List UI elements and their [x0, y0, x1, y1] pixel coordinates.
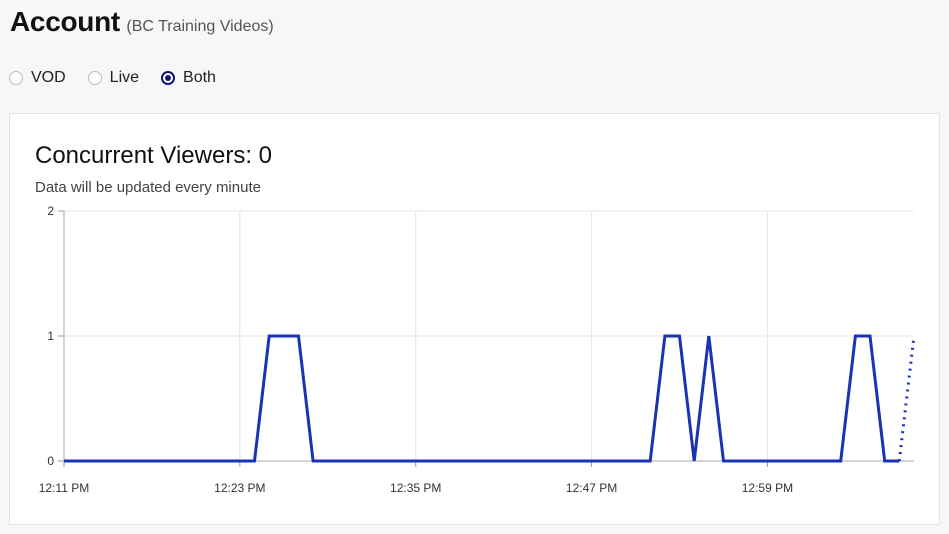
radio-vod-label: VOD — [31, 69, 66, 86]
radio-vod[interactable]: VOD — [9, 69, 66, 87]
content-type-filter: VOD Live Both — [9, 69, 238, 87]
viewers-card: Concurrent Viewers: 0 Data will be updat… — [9, 113, 940, 525]
viewers-chart: 0 1 2 12:11 PM 12:23 PM 12:35 PM 12:47 PM 12:59… — [39, 204, 916, 495]
y-tick-label: 1 — [47, 329, 54, 343]
series-dashed-tail — [897, 335, 916, 462]
page-title: Account — [10, 6, 120, 37]
x-tick-label: 12:47 PM — [566, 481, 617, 495]
account-subtitle: (BC Training Videos) — [126, 18, 274, 35]
radio-both-circle[interactable] — [161, 71, 176, 85]
radio-live[interactable]: Live — [87, 69, 140, 87]
radio-vod-circle[interactable] — [9, 71, 23, 85]
y-tick-label: 2 — [47, 204, 54, 218]
x-tick-label: 12:59 PM — [742, 481, 793, 495]
radio-live-circle[interactable] — [87, 71, 102, 85]
x-tick-label: 12:23 PM — [214, 481, 265, 495]
radio-both-label: Both — [183, 69, 216, 86]
radio-live-label: Live — [109, 69, 140, 86]
series-line — [64, 334, 900, 463]
x-tick-label: 12:35 PM — [390, 481, 441, 495]
x-tick-label: 12:11 PM — [39, 481, 89, 495]
radio-both[interactable]: Both — [161, 69, 216, 87]
page-header: Account (BC Training Videos) — [10, 6, 274, 38]
y-tick-label: 0 — [47, 454, 54, 468]
